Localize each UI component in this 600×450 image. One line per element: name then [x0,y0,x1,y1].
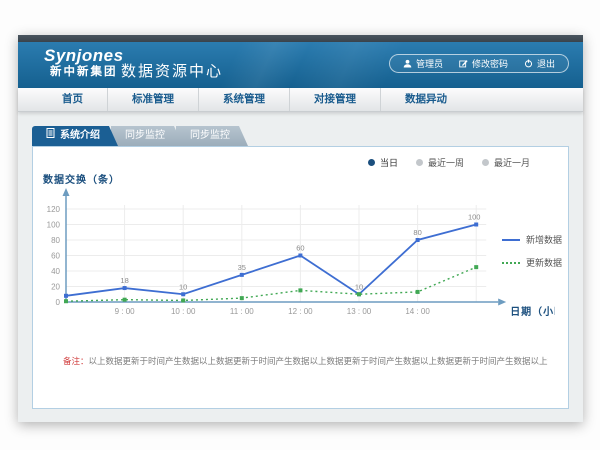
chart-legend: 新增数据更新数据 [502,233,562,269]
system-intro-panel: 当日 最近一周 最近一月 数据交换（条） 0 20 40 60 80 100 120 9 : 00… [32,146,569,409]
window-top-strip [18,35,583,42]
legend-item-新增数据: 新增数据 [502,233,562,246]
brand-logo: Synjones 新中新集团 [44,47,124,78]
data-point [64,299,68,303]
nav-item-首页[interactable]: 首页 [38,88,107,111]
userbar-退出[interactable]: 退出 [524,57,555,70]
data-point [416,290,420,294]
y-tick-label: 100 [47,221,61,230]
x-tick-label: 9 : 00 [115,307,136,316]
data-point [416,238,420,242]
nav-item-对接管理[interactable]: 对接管理 [289,88,380,111]
data-point-label: 100 [468,213,481,222]
radio-dot [368,159,375,166]
brand-logo-text-en: Synjones [44,47,124,66]
data-point [298,254,302,258]
x-axis-arrow [498,299,506,306]
data-point-label: 18 [120,276,128,285]
y-axis-title: 数据交换（条） [43,171,120,186]
y-tick-label: 20 [51,283,60,292]
user-icon [403,59,412,68]
app-window: Synjones 新中新集团 数据资源中心 管理员修改密码退出 首页标准管理系统… [18,35,583,422]
legend-swatch [502,239,520,241]
tab-同步监控-1[interactable]: 同步监控 [111,126,183,146]
data-point [123,298,127,302]
document-icon [46,126,55,146]
radio-dot [416,159,423,166]
data-point-label: 60 [296,244,304,253]
y-tick-label: 120 [47,205,61,214]
data-point [240,296,244,300]
edit-icon [459,59,468,68]
nav-item-系统管理[interactable]: 系统管理 [198,88,289,111]
data-point [64,294,68,298]
x-tick-label: 12 : 00 [288,307,313,316]
y-axis-arrow [63,188,70,196]
radio-dot [482,159,489,166]
data-point [357,292,361,296]
tab-同步监控-2[interactable]: 同步监控 [176,126,248,146]
data-point [474,223,478,227]
x-tick-label: 13 : 00 [347,307,372,316]
legend-swatch [502,262,520,264]
radio-最近一月[interactable]: 最近一月 [482,156,530,169]
nav-item-标准管理[interactable]: 标准管理 [107,88,198,111]
data-point [240,273,244,277]
radio-当日[interactable]: 当日 [368,156,398,169]
y-tick-label: 80 [51,236,60,245]
main-navigation: 首页标准管理系统管理对接管理数据异动 [18,88,583,112]
y-tick-label: 40 [51,267,60,276]
data-point [298,288,302,292]
time-range-filter-group: 当日 最近一周 最近一月 [368,156,530,169]
y-tick-label: 0 [56,298,61,307]
data-exchange-line-chart: 0 20 40 60 80 100 120 9 : 00 10 : 00 11 : 00 12 : … [43,185,555,323]
brand-logo-text-cn: 新中新集团 [44,66,124,79]
nav-item-数据异动[interactable]: 数据异动 [380,88,471,111]
tab-bar: 系统介绍同步监控同步监控 [32,126,241,146]
data-point [181,292,185,296]
footnote: 备注：以上数据更新于时间产生数据以上数据更新于时间产生数据以上数据更新于时间产生… [63,355,548,367]
footnote-label: 备注： [63,356,89,366]
data-point-label: 35 [238,263,246,272]
user-toolbar: 管理员 修改密码 退出 [389,54,569,73]
x-tick-label: 10 : 00 [171,307,196,316]
data-point-label: 80 [413,228,421,237]
x-tick-label: 14 : 00 [405,307,430,316]
content-area: 系统介绍同步监控同步监控 当日最近一周最近一月 数据交换（条） 02040608… [18,112,583,422]
x-tick-label: 11 : 00 [230,307,254,316]
data-point [181,298,185,302]
radio-最近一周[interactable]: 最近一周 [416,156,464,169]
tab-系统介绍-0[interactable]: 系统介绍 [32,126,118,146]
data-point [474,265,478,269]
data-point-label: 10 [355,282,363,291]
userbar-管理员[interactable]: 管理员 [403,57,443,70]
data-point-label: 10 [179,282,187,291]
app-header: Synjones 新中新集团 数据资源中心 管理员 修改密码 退出 [18,42,583,88]
y-tick-label: 60 [51,252,60,261]
footnote-text: 以上数据更新于时间产生数据以上数据更新于时间产生数据以上数据更新于时间产生数据以… [89,356,548,366]
page-title: 数据资源中心 [121,60,223,81]
userbar-修改密码[interactable]: 修改密码 [459,57,508,70]
power-icon [524,59,533,68]
data-point [123,286,127,290]
x-axis-title: 日期（小时） [510,305,555,318]
legend-item-更新数据: 更新数据 [502,256,562,269]
